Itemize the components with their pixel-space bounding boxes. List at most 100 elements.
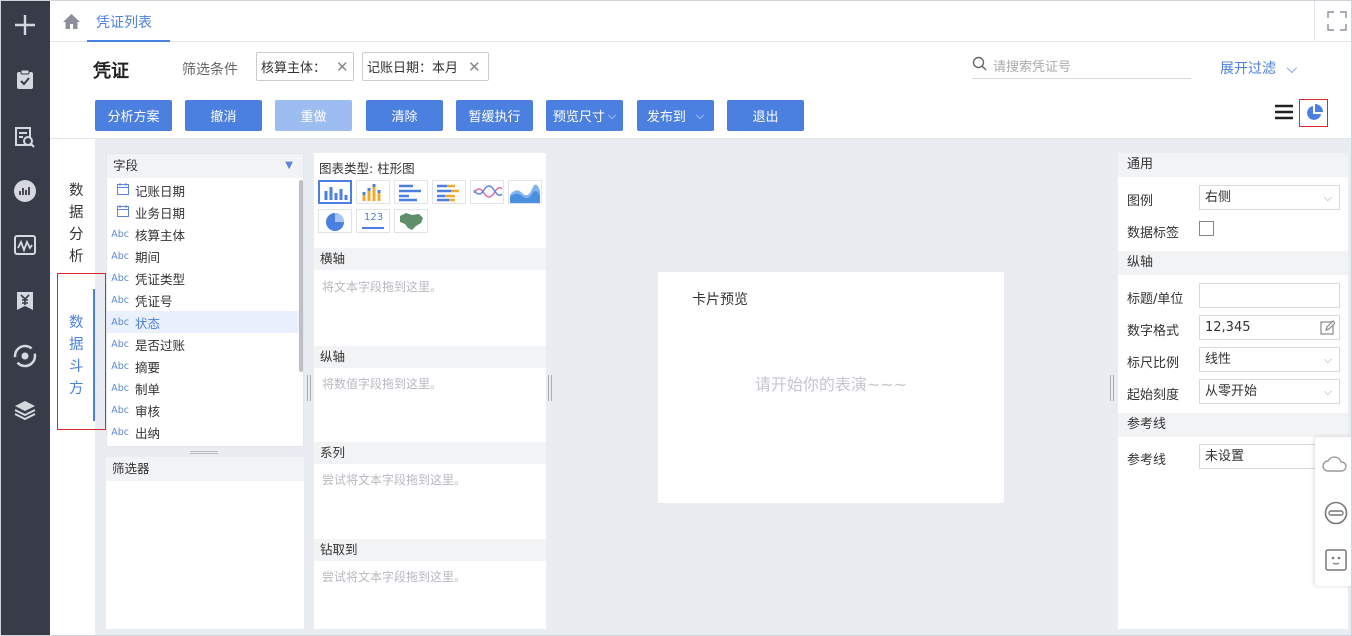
- field-item[interactable]: Abc 凭证号: [107, 289, 299, 311]
- search-input[interactable]: 请搜索凭证号: [972, 54, 1191, 79]
- resize-handle[interactable]: [190, 451, 218, 454]
- bar-chart-icon[interactable]: [318, 180, 352, 204]
- publish-label: 发布到: [646, 110, 686, 125]
- title-unit-label: 标题/单位: [1127, 292, 1184, 307]
- start-tick-select[interactable]: 从零开始 ⌵: [1199, 379, 1340, 404]
- field-item[interactable]: Abc 核算主体: [107, 223, 299, 245]
- page-header: 凭证 筛选条件 核算主体： ✕ 记账日期：本月 ✕ 请搜索凭证号 展开过滤 ⌵ 分析…: [50, 42, 1351, 139]
- clipboard-check-icon[interactable]: [10, 65, 40, 95]
- data-label-label: 数据标签: [1127, 226, 1180, 241]
- active-indicator: [93, 289, 95, 421]
- chip-label: 核算主体：: [261, 61, 327, 76]
- area-chart-icon[interactable]: [508, 180, 542, 204]
- general-section: 通用: [1118, 153, 1348, 177]
- pie-chart-type-icon[interactable]: [318, 209, 352, 233]
- scrollbar[interactable]: [299, 180, 303, 372]
- field-item[interactable]: Abc 摘要: [107, 355, 299, 377]
- field-label: 凭证号: [135, 293, 173, 309]
- chart-circle-icon[interactable]: [10, 176, 40, 206]
- horizontal-bar-icon[interactable]: [394, 180, 428, 204]
- calendar-icon: [107, 182, 129, 198]
- field-label: 制单: [135, 381, 161, 397]
- tab-data-pivot-highlight[interactable]: 数 据 斗 方: [57, 273, 106, 430]
- analysis-plan-button[interactable]: 分析方案: [95, 100, 172, 131]
- field-item[interactable]: Abc 状态: [107, 311, 299, 333]
- legend-select[interactable]: 右侧 ⌵: [1199, 185, 1340, 210]
- exit-button[interactable]: 退出: [727, 100, 804, 131]
- text-type-icon: Abc: [111, 382, 129, 394]
- layers-icon[interactable]: [10, 395, 40, 425]
- text-type-icon: Abc: [111, 250, 129, 262]
- chat-icon[interactable]: [1324, 501, 1348, 529]
- preview-size-button[interactable]: 预览尺寸 ⌵: [546, 100, 623, 131]
- doc-search-icon[interactable]: [10, 122, 40, 152]
- x-axis-dropzone[interactable]: 将文本字段拖到这里。: [322, 278, 442, 295]
- splitter-handle[interactable]: [1110, 375, 1114, 401]
- field-item[interactable]: Abc 审核: [107, 399, 299, 421]
- field-item[interactable]: Abc 凭证类型: [107, 267, 299, 289]
- field-item[interactable]: 业务日期: [107, 201, 299, 223]
- tab-label: 凭证列表: [96, 15, 152, 31]
- splitter-handle[interactable]: [548, 375, 552, 401]
- number-format-field[interactable]: 12,345: [1199, 315, 1340, 340]
- splitter-handle[interactable]: [307, 375, 311, 401]
- filter-chip-date[interactable]: 记账日期：本月 ✕: [362, 52, 489, 81]
- plus-icon[interactable]: [10, 10, 40, 40]
- list-view-icon[interactable]: [1275, 104, 1293, 124]
- robot-icon[interactable]: [1325, 549, 1347, 575]
- expand-filter-label: 展开过滤: [1220, 61, 1276, 77]
- stacked-bar-icon[interactable]: [356, 180, 390, 204]
- undo-button[interactable]: 撤消: [185, 100, 262, 131]
- line-chart-icon[interactable]: [470, 180, 504, 204]
- clear-button[interactable]: 清除: [366, 100, 443, 131]
- text-type-icon: Abc: [111, 426, 129, 438]
- close-icon[interactable]: ✕: [336, 58, 349, 76]
- tab-data-pivot: 数 据 斗 方: [69, 315, 84, 397]
- fullscreen-icon[interactable]: [1327, 11, 1347, 35]
- field-label: 凭证类型: [135, 271, 186, 287]
- scale-value: 线性: [1205, 352, 1232, 367]
- publish-to-button[interactable]: 发布到 ⌵: [637, 100, 714, 131]
- text-type-icon: Abc: [111, 294, 129, 306]
- text-type-icon: Abc: [111, 272, 129, 284]
- number-format-label: 数字格式: [1127, 324, 1180, 339]
- sync-icon[interactable]: [10, 341, 40, 371]
- page-title: 凭证: [93, 61, 129, 82]
- filter-panel: 筛选器: [106, 457, 304, 629]
- filter-label: 筛选条件: [182, 62, 238, 78]
- field-label: 是否过账: [135, 337, 186, 353]
- map-chart-icon[interactable]: [394, 209, 428, 233]
- expand-filter-link[interactable]: 展开过滤 ⌵: [1220, 58, 1297, 78]
- text-type-icon: Abc: [111, 360, 129, 372]
- y-axis-dropzone[interactable]: 将数值字段拖到这里。: [322, 375, 442, 392]
- filter-chip-entity[interactable]: 核算主体： ✕: [256, 52, 354, 81]
- data-label-checkbox[interactable]: [1199, 221, 1214, 236]
- close-icon[interactable]: ✕: [468, 58, 481, 76]
- title-unit-input[interactable]: [1199, 283, 1340, 308]
- tab-voucher-list[interactable]: 凭证列表: [87, 1, 170, 42]
- tab-data-analysis[interactable]: 数 据 分 析: [69, 180, 87, 268]
- defer-execute-button[interactable]: 暂缓执行: [456, 100, 533, 131]
- field-item[interactable]: Abc 出纳: [107, 421, 299, 443]
- field-item[interactable]: Abc 是否过账: [107, 333, 299, 355]
- number-card-icon[interactable]: 123: [356, 209, 390, 233]
- wave-icon[interactable]: [10, 230, 40, 260]
- field-item[interactable]: Abc 制单: [107, 377, 299, 399]
- series-dropzone[interactable]: 尝试将文本字段拖到这里。: [322, 471, 466, 488]
- reference-line-label: 参考线: [1127, 453, 1167, 468]
- home-icon[interactable]: [62, 13, 81, 34]
- edit-icon[interactable]: [1320, 320, 1336, 343]
- search-placeholder: 请搜索凭证号: [993, 60, 1072, 75]
- yen-doc-icon[interactable]: [10, 286, 40, 316]
- pie-view-button[interactable]: [1299, 99, 1328, 127]
- field-item[interactable]: 记账日期: [107, 179, 299, 201]
- drill-dropzone[interactable]: 尝试将文本字段拖到这里。: [322, 568, 466, 585]
- scale-select[interactable]: 线性 ⌵: [1199, 347, 1340, 372]
- redo-button[interactable]: 重做: [275, 100, 352, 131]
- divider: [1314, 1, 1315, 42]
- pie-chart-icon: [1305, 104, 1323, 126]
- field-item[interactable]: Abc 期间: [107, 245, 299, 267]
- stacked-hbar-icon[interactable]: [432, 180, 466, 204]
- cloud-icon[interactable]: [1322, 455, 1348, 477]
- dropdown-triangle-icon[interactable]: ▼: [285, 154, 293, 178]
